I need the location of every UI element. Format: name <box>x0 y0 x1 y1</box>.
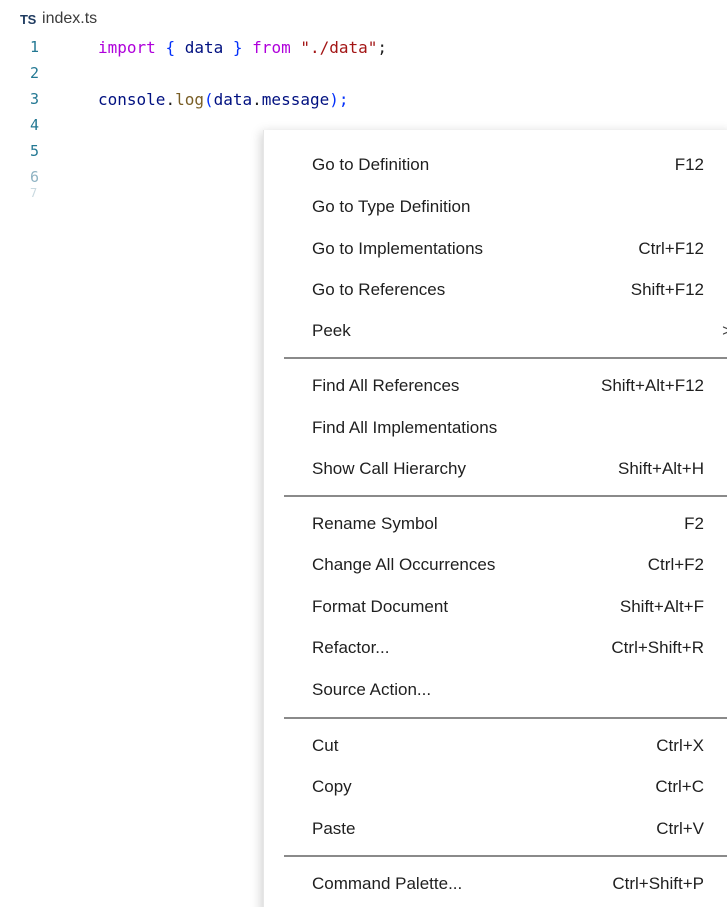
menu-separator <box>284 495 727 497</box>
menu-item-find-all-references[interactable]: Find All References Shift+Alt+F12 <box>264 366 727 406</box>
menu-item-go-to-implementations[interactable]: Go to Implementations Ctrl+F12 <box>264 229 727 269</box>
menu-item-label: Copy <box>312 777 352 796</box>
identifier-data[interactable]: data <box>185 38 224 57</box>
method-log[interactable]: log <box>175 90 204 109</box>
semicolon: ; <box>377 37 388 57</box>
menu-item-shortcut: Ctrl+Shift+P <box>612 874 704 893</box>
menu-item-format-document[interactable]: Format Document Shift+Alt+F <box>264 587 727 627</box>
line-number: 3 <box>30 90 40 108</box>
menu-item-label: Go to References <box>312 280 446 299</box>
chevron-right-icon: > <box>722 311 727 351</box>
dot: . <box>252 89 262 109</box>
menu-item-copy[interactable]: Copy Ctrl+C <box>264 767 727 807</box>
menu-item-label: Go to Definition <box>312 155 430 174</box>
line-number: 1 <box>30 38 40 56</box>
module-path-string: "./data" <box>300 37 378 57</box>
menu-item-refactor[interactable]: Refactor... Ctrl+Shift+R <box>264 628 727 668</box>
menu-separator <box>284 717 727 719</box>
code-text: console.log(data.message); <box>98 90 349 109</box>
tab-file-name: index.ts <box>42 10 98 27</box>
open-brace: { <box>165 37 176 57</box>
menu-item-label: Go to Type Definition <box>312 197 471 216</box>
menu-item-label: Source Action... <box>312 680 432 699</box>
menu-item-shortcut: Ctrl+F2 <box>647 555 704 574</box>
typescript-file-icon: TS <box>20 11 37 27</box>
menu-item-shortcut: Ctrl+X <box>656 736 704 755</box>
menu-item-shortcut: Shift+F12 <box>630 280 704 299</box>
menu-item-show-call-hierarchy[interactable]: Show Call Hierarchy Shift+Alt+H <box>264 449 727 489</box>
menu-item-change-all-occurrences[interactable]: Change All Occurrences Ctrl+F2 <box>264 545 727 585</box>
menu-item-label: Change All Occurrences <box>312 555 496 574</box>
menu-item-shortcut: Shift+Alt+F12 <box>600 376 704 395</box>
menu-item-paste[interactable]: Paste Ctrl+V <box>264 809 727 849</box>
editor-context-menu: Go to Definition F12 Go to Type Definiti… <box>263 130 727 907</box>
menu-item-shortcut: Shift+Alt+F <box>619 597 704 616</box>
menu-item-label: Find All Implementations <box>312 418 498 437</box>
close-paren: ); <box>329 89 349 109</box>
menu-separator <box>284 357 727 359</box>
keyword-import: import <box>98 37 156 57</box>
menu-item-label: Find All References <box>312 376 460 395</box>
menu-item-source-action[interactable]: Source Action... <box>264 670 727 710</box>
dot: . <box>165 89 176 109</box>
code-text: import { data } from "./data"; <box>98 38 387 57</box>
menu-item-label: Refactor... <box>312 638 390 657</box>
menu-item-go-to-type-definition[interactable]: Go to Type Definition <box>264 187 727 227</box>
close-brace: } <box>232 37 243 57</box>
menu-item-label: Cut <box>312 736 339 755</box>
keyword-from: from <box>252 37 291 57</box>
menu-item-label: Show Call Hierarchy <box>312 459 466 478</box>
menu-item-label: Peek <box>312 321 351 340</box>
property-message[interactable]: message <box>262 90 329 109</box>
identifier-data[interactable]: data <box>214 90 253 109</box>
menu-item-shortcut: Ctrl+Shift+R <box>611 638 704 657</box>
line-number: 4 <box>30 116 40 134</box>
menu-item-shortcut: F12 <box>674 155 704 174</box>
menu-item-label: Format Document <box>312 597 449 616</box>
menu-item-command-palette[interactable]: Command Palette... Ctrl+Shift+P <box>264 864 727 904</box>
menu-item-label: Go to Implementations <box>312 239 484 258</box>
editor-tab[interactable]: TS index.ts <box>20 8 97 30</box>
line-number: 7 <box>30 186 38 200</box>
menu-item-label: Command Palette... <box>312 874 463 893</box>
menu-item-shortcut: Ctrl+F12 <box>638 239 704 258</box>
line-number: 5 <box>30 142 40 160</box>
menu-item-label: Paste <box>312 819 356 838</box>
menu-item-shortcut: Ctrl+C <box>655 777 704 796</box>
menu-item-find-all-implementations[interactable]: Find All Implementations <box>264 408 727 448</box>
line-number: 2 <box>30 64 40 82</box>
menu-item-go-to-references[interactable]: Go to References Shift+F12 <box>264 270 727 310</box>
menu-separator <box>284 855 727 857</box>
menu-item-peek[interactable]: Peek > <box>264 311 727 351</box>
menu-item-rename-symbol[interactable]: Rename Symbol F2 <box>264 504 727 544</box>
menu-item-shortcut: Ctrl+V <box>656 819 704 838</box>
open-paren: ( <box>203 89 214 109</box>
menu-item-shortcut: Shift+Alt+H <box>618 459 704 478</box>
line-number: 6 <box>30 168 40 186</box>
menu-item-cut[interactable]: Cut Ctrl+X <box>264 726 727 766</box>
menu-item-label: Rename Symbol <box>312 514 438 533</box>
menu-item-go-to-definition[interactable]: Go to Definition F12 <box>264 145 727 185</box>
identifier-console[interactable]: console <box>98 90 165 109</box>
menu-item-shortcut: F2 <box>684 514 704 533</box>
